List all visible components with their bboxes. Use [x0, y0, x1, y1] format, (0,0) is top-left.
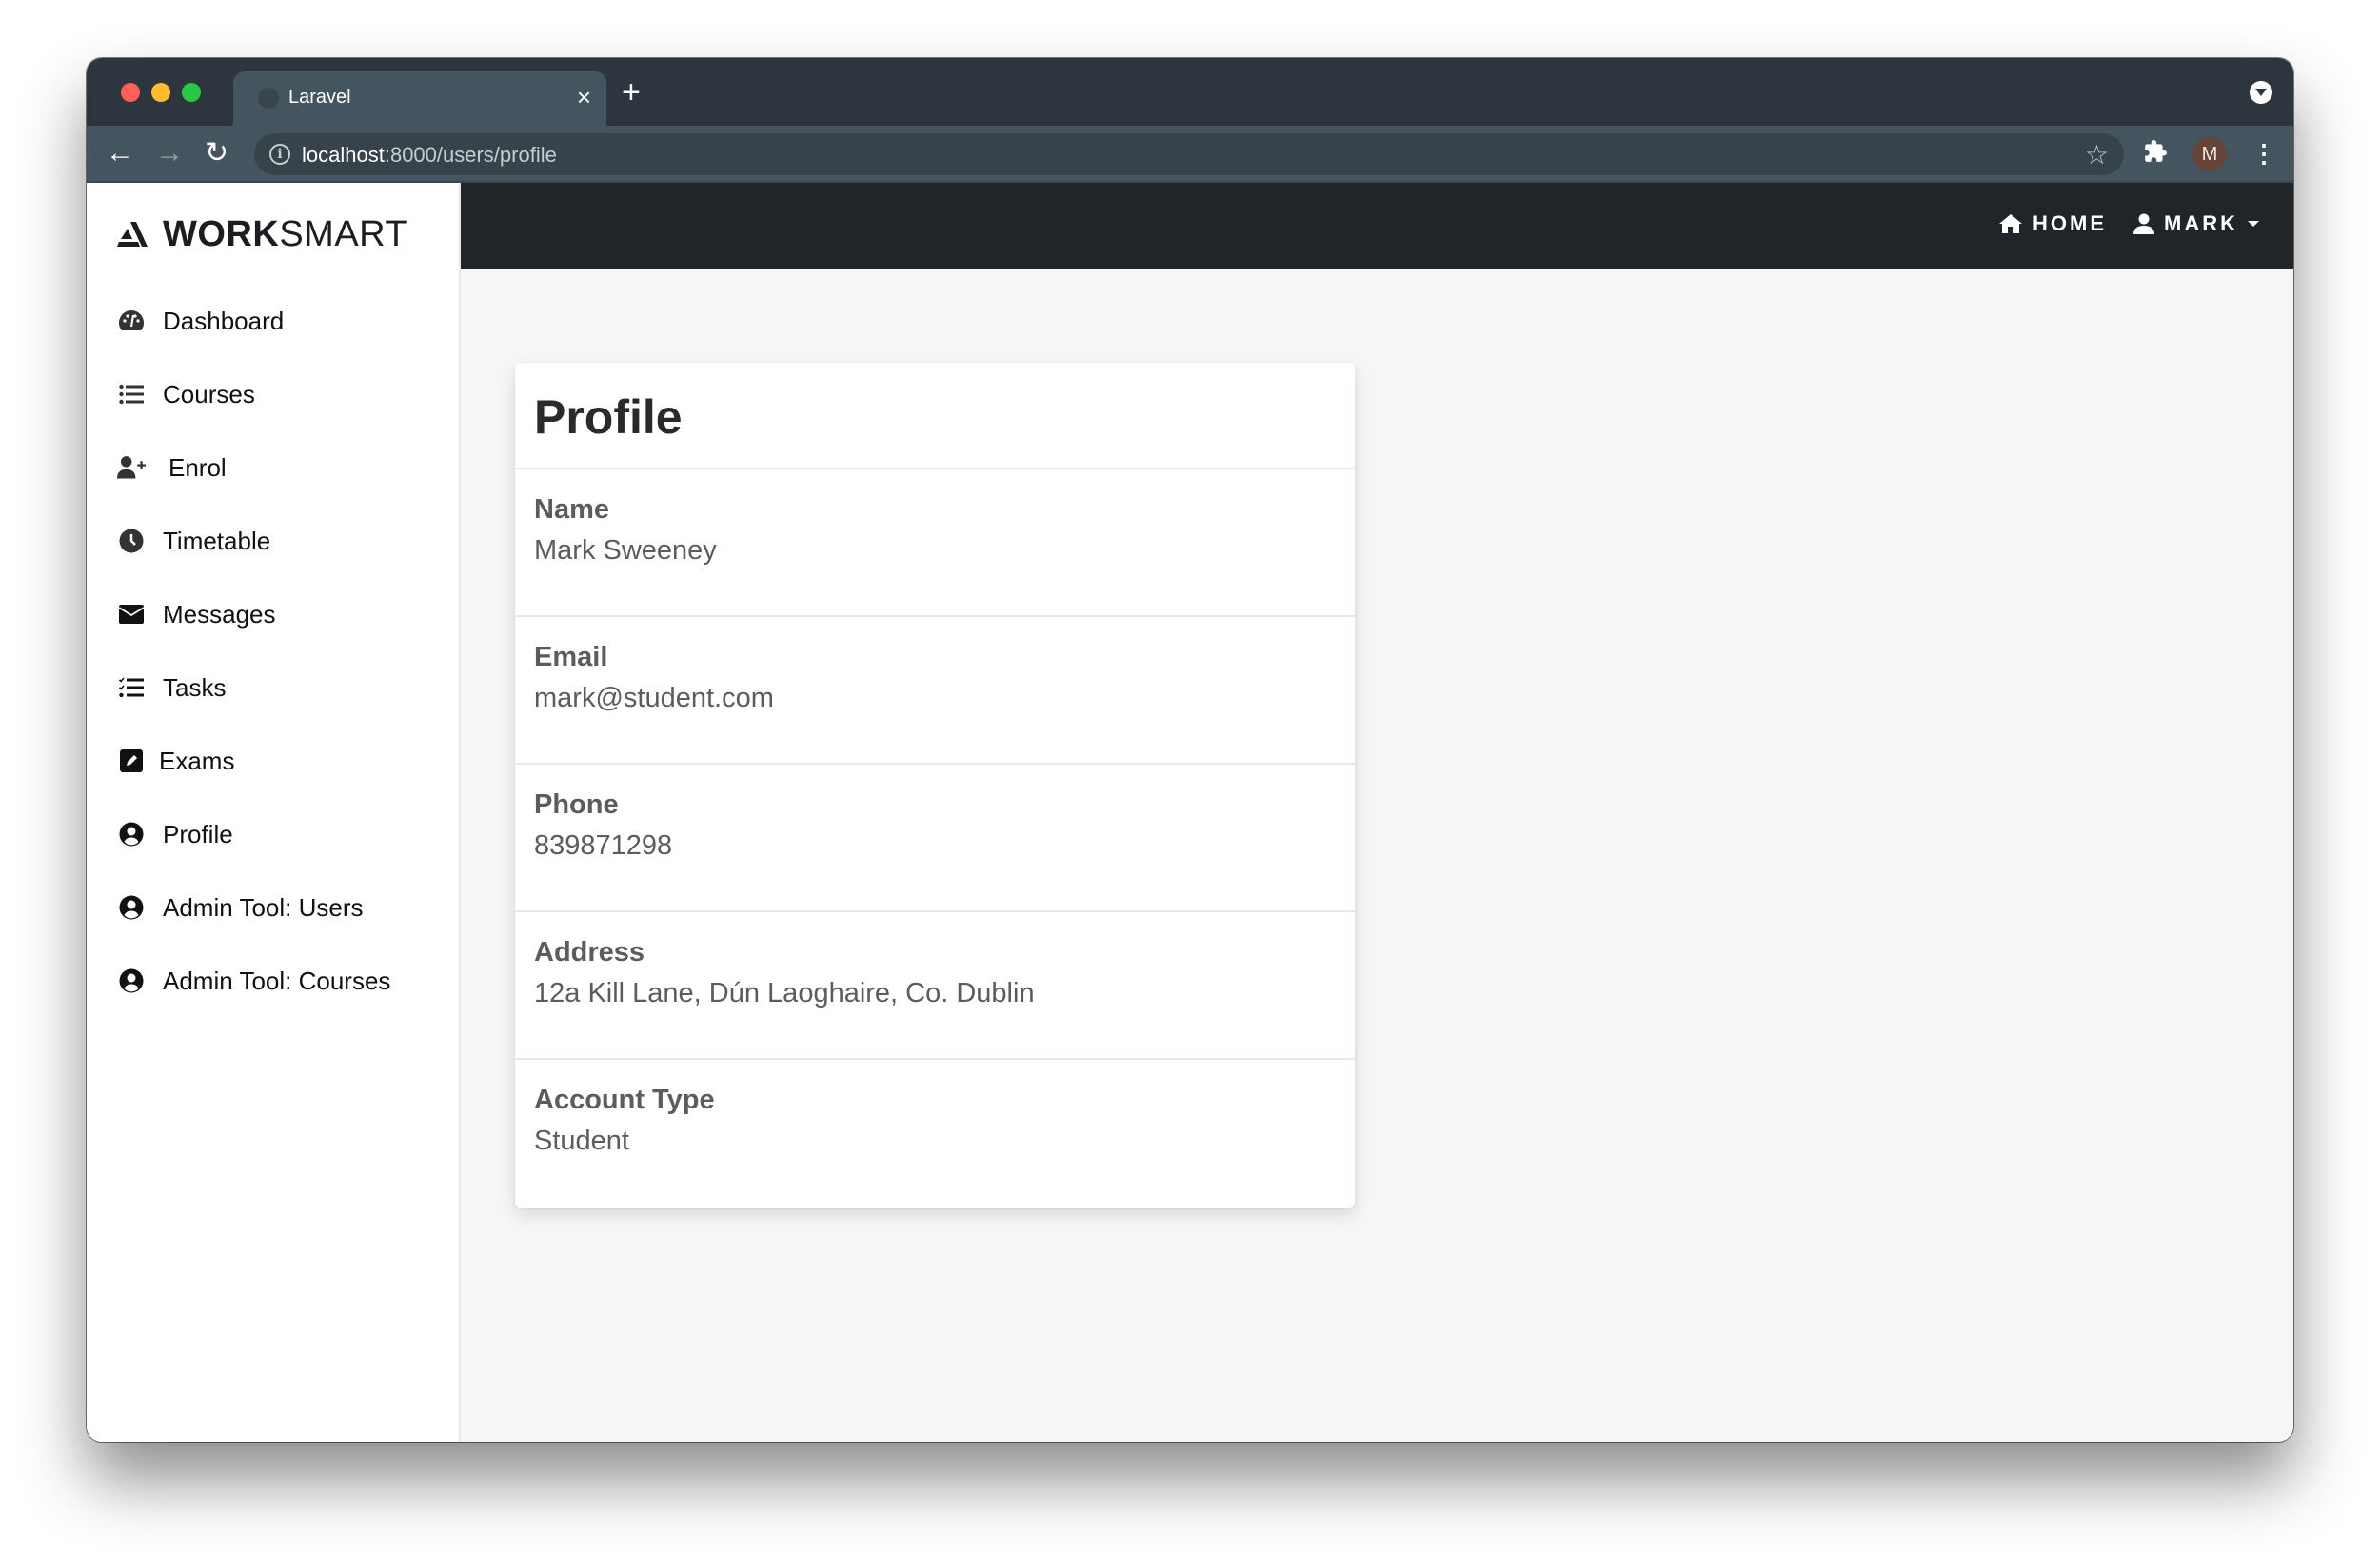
- sidebar-item-label: Admin Tool: Courses: [163, 966, 391, 995]
- brand-name: WORKSMART: [163, 213, 408, 254]
- info-icon[interactable]: i: [269, 144, 290, 165]
- close-window-button[interactable]: [121, 83, 140, 102]
- url-path: :8000/users/profile: [384, 143, 557, 167]
- tab-close-icon[interactable]: ×: [577, 83, 591, 111]
- user-circle-icon: [117, 820, 146, 848]
- url-text[interactable]: localhost:8000/users/profile: [302, 143, 557, 168]
- sidebar-item-timetable[interactable]: Timetable: [117, 522, 270, 560]
- user-circle-icon: [117, 967, 146, 995]
- profile-card: Profile Name Mark Sweeney Email mark@stu…: [515, 363, 1355, 1208]
- sidebar-item-label: Messages: [163, 599, 276, 629]
- sidebar-item-label: Courses: [163, 379, 255, 409]
- brand[interactable]: WORKSMART: [117, 213, 407, 255]
- url-host: localhost: [302, 143, 385, 167]
- minimize-window-button[interactable]: [151, 83, 170, 102]
- back-button[interactable]: ←: [106, 137, 134, 170]
- clock-icon: [117, 527, 146, 555]
- tab-search-icon[interactable]: [2250, 81, 2272, 104]
- extensions-puzzle-icon[interactable]: [2143, 139, 2168, 170]
- profile-field-phone: Phone 839871298: [515, 765, 1355, 912]
- sidebar: WORKSMART Dashboard Courses Enrol Timeta…: [87, 183, 461, 1442]
- field-label: Email: [534, 642, 608, 672]
- home-icon: [1999, 214, 2022, 233]
- sidebar-item-admin-courses[interactable]: Admin Tool: Courses: [117, 962, 390, 1000]
- edit-icon: [117, 747, 146, 775]
- page-content: WORKSMART Dashboard Courses Enrol Timeta…: [87, 183, 2293, 1442]
- profile-field-account-type: Account Type Student: [515, 1060, 1355, 1208]
- page-title: Profile: [534, 390, 683, 444]
- sidebar-item-label: Tasks: [163, 672, 227, 702]
- tachometer-icon: [117, 307, 146, 335]
- tab-bar: Laravel × +: [87, 58, 2293, 126]
- browser-window: Laravel × + ← → ↻ i localhost:8000/users…: [87, 58, 2293, 1442]
- bookmark-star-icon[interactable]: ☆: [2085, 139, 2109, 170]
- sidebar-item-exams[interactable]: Exams: [117, 742, 234, 780]
- globe-icon: [258, 88, 279, 109]
- brand-logo-icon: [117, 222, 148, 247]
- profile-field-address: Address 12a Kill Lane, Dún Laoghaire, Co…: [515, 912, 1355, 1060]
- user-circle-icon: [117, 893, 146, 922]
- sidebar-item-profile[interactable]: Profile: [117, 815, 233, 853]
- browser-tab[interactable]: Laravel ×: [233, 71, 606, 126]
- maximize-window-button[interactable]: [182, 83, 201, 102]
- address-bar[interactable]: i localhost:8000/users/profile ☆: [254, 133, 2124, 175]
- field-value: Mark Sweeney: [534, 535, 717, 566]
- user-icon: [2133, 213, 2154, 234]
- new-tab-button[interactable]: +: [622, 75, 641, 110]
- browser-toolbar: ← → ↻ i localhost:8000/users/profile ☆ M…: [87, 126, 2293, 183]
- field-label: Name: [534, 494, 609, 525]
- field-label: Address: [534, 937, 645, 968]
- sidebar-item-label: Dashboard: [163, 306, 285, 335]
- list-icon: [117, 380, 146, 409]
- field-value: mark@student.com: [534, 683, 774, 713]
- field-label: Phone: [534, 789, 619, 820]
- browser-menu-icon[interactable]: ⋮: [2251, 137, 2276, 170]
- profile-field-email: Email mark@student.com: [515, 617, 1355, 765]
- forward-button[interactable]: →: [155, 137, 184, 170]
- field-value: Student: [534, 1126, 629, 1156]
- sidebar-item-messages[interactable]: Messages: [117, 595, 276, 633]
- field-value: 839871298: [534, 830, 673, 861]
- sidebar-item-courses[interactable]: Courses: [117, 375, 255, 413]
- field-label: Account Type: [534, 1085, 715, 1115]
- caret-down-icon: [2248, 221, 2259, 227]
- envelope-icon: [117, 600, 146, 629]
- tasks-icon: [117, 673, 146, 702]
- sidebar-item-enrol[interactable]: Enrol: [117, 449, 227, 487]
- sidebar-item-label: Exams: [159, 746, 235, 775]
- user-plus-icon: [117, 453, 146, 482]
- tab-title: Laravel: [288, 87, 351, 108]
- sidebar-item-label: Enrol: [169, 452, 227, 482]
- home-link[interactable]: HOME: [1998, 211, 2107, 236]
- field-value: 12a Kill Lane, Dún Laoghaire, Co. Dublin: [534, 978, 1035, 1008]
- home-link-label: HOME: [2033, 211, 2107, 235]
- reload-button[interactable]: ↻: [205, 137, 228, 170]
- user-menu-dropdown[interactable]: MARK: [2133, 211, 2259, 236]
- profile-avatar[interactable]: M: [2192, 137, 2227, 171]
- sidebar-item-label: Timetable: [163, 526, 271, 555]
- top-navbar: HOME MARK: [461, 183, 2293, 269]
- sidebar-item-tasks[interactable]: Tasks: [117, 669, 226, 707]
- sidebar-item-dashboard[interactable]: Dashboard: [117, 302, 284, 340]
- sidebar-item-label: Profile: [163, 819, 233, 848]
- profile-field-name: Name Mark Sweeney: [515, 469, 1355, 617]
- user-menu-label: MARK: [2164, 211, 2238, 235]
- profile-card-header: Profile: [515, 363, 1355, 469]
- sidebar-item-label: Admin Tool: Users: [163, 892, 364, 922]
- sidebar-item-admin-users[interactable]: Admin Tool: Users: [117, 888, 364, 927]
